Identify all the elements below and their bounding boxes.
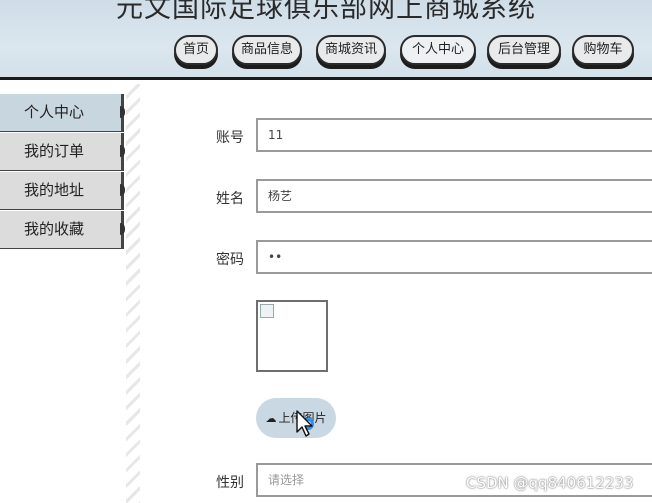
sidebar-item-address[interactable]: 我的地址 xyxy=(0,172,125,210)
nav-admin[interactable]: 后台管理 xyxy=(487,35,561,65)
avatar-preview xyxy=(256,300,328,372)
sidebar-item-label: 我的订单 xyxy=(24,142,85,160)
cloud-upload-icon: ☁ xyxy=(265,412,277,425)
account-field[interactable]: 11 xyxy=(256,118,652,152)
nav-home[interactable]: 首页 xyxy=(174,35,218,65)
account-label: 账号 xyxy=(216,130,244,146)
tab-notch-icon xyxy=(120,184,125,196)
click-ripple-icon xyxy=(302,418,314,430)
nav-news[interactable]: 商城资讯 xyxy=(316,35,386,65)
tab-notch-icon xyxy=(120,223,125,235)
password-field[interactable]: •• xyxy=(256,240,652,274)
sidebar-item-label: 个人中心 xyxy=(24,103,85,121)
site-header: 元文国际足球俱乐部网上商城系统 首页 商品信息 商城资讯 个人中心 后台管理 购… xyxy=(0,0,652,80)
name-label: 姓名 xyxy=(216,191,244,207)
broken-image-icon xyxy=(260,304,274,318)
upload-image-button[interactable]: ☁ 上传图片 xyxy=(256,398,336,438)
nav-personal-center[interactable]: 个人中心 xyxy=(400,35,476,65)
decorative-divider xyxy=(126,84,140,503)
sidebar-item-orders[interactable]: 我的订单 xyxy=(0,133,125,171)
gender-label: 性别 xyxy=(216,475,244,491)
sidebar-item-label: 我的收藏 xyxy=(24,220,85,238)
site-title: 元文国际足球俱乐部网上商城系统 xyxy=(116,0,536,24)
profile-form: 账号 11 姓名 杨艺 密码 •• ☁ 上传图片 性别 请选择 xyxy=(140,84,652,503)
password-label: 密码 xyxy=(216,252,244,268)
sidebar: 个人中心 我的订单 我的地址 我的收藏 xyxy=(0,84,126,503)
watermark: CSDN @qq840612233 xyxy=(466,474,634,492)
sidebar-item-personal-center[interactable]: 个人中心 xyxy=(0,94,125,132)
tab-notch-icon xyxy=(120,145,125,157)
name-field[interactable]: 杨艺 xyxy=(256,179,652,213)
top-nav: 首页 商品信息 商城资讯 个人中心 后台管理 购物车 xyxy=(0,35,652,75)
nav-products[interactable]: 商品信息 xyxy=(232,35,302,65)
sidebar-item-label: 我的地址 xyxy=(24,181,85,199)
tab-notch-icon xyxy=(120,106,125,118)
sidebar-item-favorites[interactable]: 我的收藏 xyxy=(0,211,125,249)
nav-cart[interactable]: 购物车 xyxy=(572,35,634,65)
